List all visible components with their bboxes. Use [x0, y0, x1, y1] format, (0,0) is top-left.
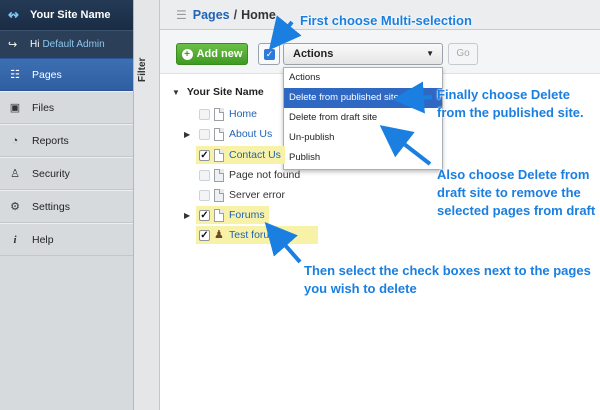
multi-selection-toggle[interactable]: ✓	[258, 43, 280, 65]
menu-item-unpublish[interactable]: Un-publish	[284, 128, 442, 148]
logout-icon[interactable]: ↪	[8, 38, 20, 51]
row-checkbox[interactable]	[199, 189, 210, 201]
row-checkbox[interactable]: ✓	[199, 229, 210, 241]
expanded-icon[interactable]: ▼	[172, 88, 180, 97]
annotation-then: Then select the check boxes next to the …	[304, 263, 591, 296]
sidebar-item-reports[interactable]: ◔ Reports	[0, 124, 133, 157]
sidebar-item-files[interactable]: ▣ Files	[0, 91, 133, 124]
tree-row-test-forum[interactable]: ✓ ♟ Test forum	[196, 225, 319, 245]
actions-dropdown-menu: Actions Delete from published site Delet…	[283, 67, 443, 170]
page-link[interactable]: Page not found	[229, 169, 300, 181]
row-checkbox[interactable]: ✓	[199, 209, 210, 221]
page-icon	[214, 107, 224, 121]
checkbox-checked-icon: ✓	[264, 49, 275, 60]
sidebar-item-security[interactable]: ♙ Security	[0, 157, 133, 190]
row-checkbox[interactable]: ✓	[199, 149, 210, 161]
site-tree: ▼ Your Site Name Home ▶ About Us ✓ Conta…	[172, 84, 472, 244]
plus-icon: +	[181, 48, 193, 60]
add-new-button[interactable]: + Add new	[176, 43, 248, 65]
brand[interactable]: ↭ Your Site Name	[0, 0, 133, 30]
actions-select-value: Actions	[293, 48, 334, 60]
collapsed-icon[interactable]: ▶	[184, 130, 192, 139]
image-icon: ▣	[9, 102, 21, 114]
error-page-icon	[214, 188, 224, 202]
annotation-also: Also choose Delete from draft site to re…	[437, 167, 596, 218]
sidebar-item-label: Security	[32, 167, 70, 180]
breadcrumb-current: Home	[241, 7, 276, 22]
page-link[interactable]: Forums	[229, 209, 265, 221]
sidebar-item-help[interactable]: i Help	[0, 223, 133, 256]
menu-item-publish[interactable]: Publish	[284, 148, 442, 168]
page-link[interactable]: Contact Us	[229, 149, 281, 161]
sidebar-item-label: Files	[32, 101, 55, 114]
breadcrumb-separator: /	[233, 7, 238, 22]
sitetree-icon: ☰	[176, 7, 187, 22]
row-checkbox[interactable]	[199, 128, 210, 140]
brand-name: Your Site Name	[30, 9, 111, 21]
logo-icon: ↭	[8, 7, 19, 22]
filter-label: Filter	[137, 57, 148, 82]
sidebar-item-label: Pages	[32, 68, 62, 81]
sidebar-item-pages[interactable]: ☷ Pages	[0, 58, 133, 91]
users-icon: ♙	[10, 168, 20, 180]
tree-root[interactable]: ▼ Your Site Name	[172, 84, 472, 100]
add-new-label: Add new	[196, 48, 243, 60]
tree-row-home[interactable]: Home	[196, 104, 261, 124]
tree-row-forums[interactable]: ▶ ✓ Forums	[184, 205, 269, 225]
annotation-finally: Finally choose Delete from the published…	[437, 87, 584, 120]
info-icon: i	[13, 233, 17, 246]
row-checkbox[interactable]	[199, 169, 210, 181]
page-link[interactable]: About Us	[229, 128, 272, 140]
user-link[interactable]: Default Admin	[42, 39, 104, 50]
tree-row-contact-us[interactable]: ✓ Contact Us	[196, 145, 285, 165]
page-icon	[214, 208, 224, 222]
page-icon	[214, 148, 224, 162]
menu-item-delete-draft[interactable]: Delete from draft site	[284, 108, 442, 128]
greeting-text: Hi	[30, 39, 40, 50]
pie-icon: ◔	[11, 134, 19, 147]
tree-row-page-not-found[interactable]: Page not found	[196, 165, 304, 185]
chevron-down-icon: ▼	[426, 49, 434, 58]
page-link[interactable]: Home	[229, 108, 257, 120]
forum-user-icon: ♟	[214, 228, 224, 241]
row-checkbox[interactable]	[199, 108, 210, 120]
tree-root-label: Your Site Name	[186, 86, 264, 98]
annotation-first: First choose Multi-selection	[300, 13, 472, 28]
tree-row-server-error[interactable]: Server error	[196, 185, 289, 205]
sidebar-item-label: Help	[32, 233, 54, 246]
tree-row-about-us[interactable]: ▶ About Us	[184, 124, 276, 144]
page-icon	[214, 127, 224, 141]
collapsed-icon[interactable]: ▶	[184, 211, 192, 220]
pages-icon: ☷	[10, 69, 20, 81]
wrench-icon: ⚙	[10, 201, 20, 213]
sidebar: ↭ Your Site Name ↪ Hi Default Admin ☷ Pa…	[0, 0, 134, 410]
page-link[interactable]: Test forum	[229, 229, 278, 241]
sidebar-item-settings[interactable]: ⚙ Settings	[0, 190, 133, 223]
breadcrumb-pages-link[interactable]: Pages	[193, 8, 230, 22]
actions-select[interactable]: Actions ▼	[283, 43, 443, 65]
filter-panel[interactable]: Filter	[134, 0, 160, 410]
user-greeting: ↪ Hi Default Admin	[0, 30, 133, 58]
go-button[interactable]: Go	[448, 43, 478, 65]
page-link[interactable]: Server error	[229, 189, 285, 201]
sidebar-item-label: Settings	[32, 200, 70, 213]
error-page-icon	[214, 168, 224, 182]
sidebar-item-label: Reports	[32, 134, 69, 147]
